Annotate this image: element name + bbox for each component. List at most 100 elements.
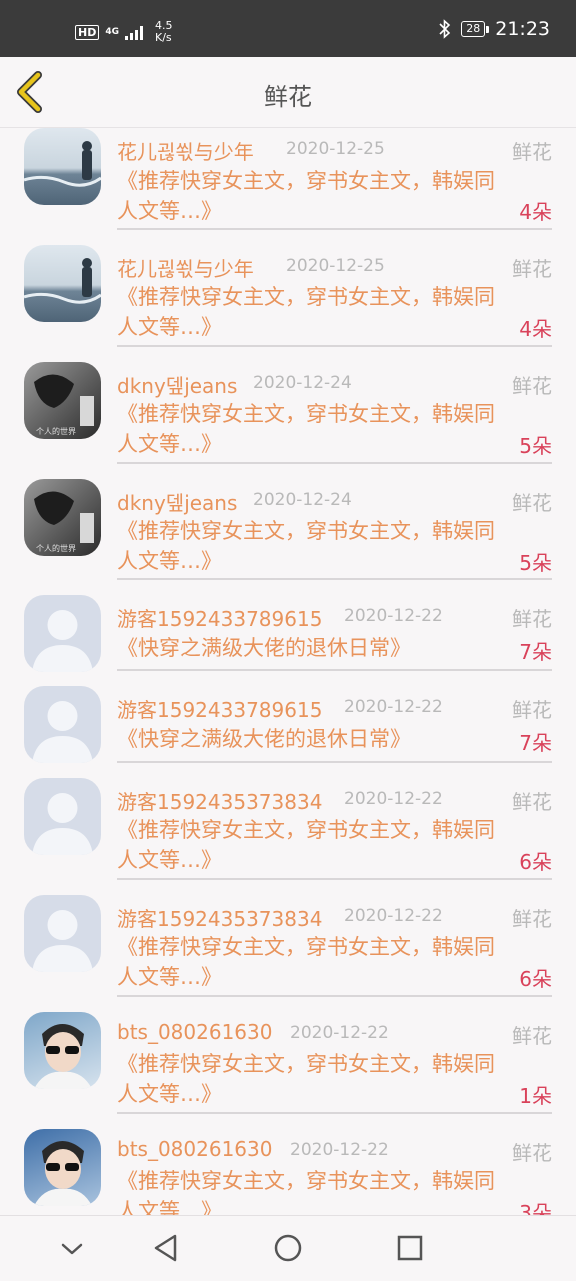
gift-type: 鲜花 [512, 140, 552, 164]
book-title[interactable]: 《推荐快穿女主文，穿书女主文，韩娱同人文等…》 [117, 166, 502, 226]
book-title[interactable]: 《推荐快穿女主文，穿书女主文，韩娱同人文等…》 [117, 282, 502, 342]
book-title[interactable]: 《推荐快穿女主文，穿书女主文，韩娱同人文等…》 [117, 932, 502, 992]
list-item[interactable]: 个人的世界 dkny뎊jeans 2020-12-24 鲜花 《推荐快穿女主文，… [0, 347, 576, 464]
gift-type: 鲜花 [512, 607, 552, 631]
avatar [24, 1129, 101, 1206]
status-right: 28 21:23 [439, 18, 550, 40]
username[interactable]: dkny뎊jeans [117, 487, 237, 516]
book-title[interactable]: 《推荐快穿女主文，穿书女主文，韩娱同人文等…》 [117, 1166, 502, 1215]
list-item[interactable]: 游客1592435373834 2020-12-22 鲜花 《推荐快穿女主文，穿… [0, 880, 576, 997]
battery-icon: 28 [461, 21, 490, 37]
record-content: 花儿괺쐯与少年 2020-12-25 鲜花 《推荐快穿女主文，穿书女主文，韩娱同… [117, 128, 552, 230]
speed-unit: K/s [155, 31, 172, 44]
record-content: 游客1592435373834 2020-12-22 鲜花 《推荐快穿女主文，穿… [117, 880, 552, 997]
gift-type: 鲜花 [512, 790, 552, 814]
flower-count: 4朵 [519, 200, 552, 224]
flower-record-list[interactable]: 花儿괺쐯与少年 2020-12-25 鲜花 《推荐快穿女主文，穿书女主文，韩娱同… [0, 128, 576, 1215]
avatar [24, 245, 101, 322]
gift-type: 鲜花 [512, 257, 552, 281]
avatar-watermark: 个人的世界 [36, 543, 76, 553]
avatar [24, 128, 101, 205]
network-speed: 4.5 K/s [155, 20, 173, 44]
record-content: 花儿괺쐯与少年 2020-12-25 鲜花 《推荐快穿女主文，穿书女主文，韩娱同… [117, 230, 552, 347]
record-date: 2020-12-25 [286, 139, 385, 159]
username[interactable]: bts_080261630 [117, 1020, 272, 1044]
record-content: bts_080261630 2020-12-22 鲜花 《推荐快穿女主文，穿书女… [117, 1114, 552, 1215]
gift-type: 鲜花 [512, 698, 552, 722]
flower-count: 7朵 [519, 640, 552, 664]
username[interactable]: 游客1592435373834 [117, 786, 322, 815]
flower-count: 6朵 [519, 967, 552, 991]
flower-count: 7朵 [519, 731, 552, 755]
list-item[interactable]: bts_080261630 2020-12-22 鲜花 《推荐快穿女主文，穿书女… [0, 997, 576, 1114]
record-content: 游客1592433789615 2020-12-22 鲜花 《快穿之满级大佬的退… [117, 671, 552, 763]
book-title[interactable]: 《推荐快穿女主文，穿书女主文，韩娱同人文等…》 [117, 516, 502, 576]
avatar [24, 895, 101, 972]
avatar [24, 686, 101, 763]
avatar [24, 1012, 101, 1089]
flower-count: 4朵 [519, 317, 552, 341]
record-date: 2020-12-22 [344, 789, 443, 809]
list-item[interactable]: 游客1592433789615 2020-12-22 鲜花 《快穿之满级大佬的退… [0, 671, 576, 763]
list-item[interactable]: 游客1592433789615 2020-12-22 鲜花 《快穿之满级大佬的退… [0, 580, 576, 672]
status-left: HD 4G 4.5 K/s [75, 20, 173, 44]
system-nav-bar [0, 1215, 576, 1281]
book-title[interactable]: 《快穿之满级大佬的退休日常》 [117, 633, 447, 663]
avatar [24, 778, 101, 855]
username[interactable]: dkny뎊jeans [117, 370, 237, 399]
gift-type: 鲜花 [512, 907, 552, 931]
record-content: dkny뎊jeans 2020-12-24 鲜花 《推荐快穿女主文，穿书女主文，… [117, 347, 552, 464]
record-date: 2020-12-25 [286, 256, 385, 276]
list-item[interactable]: 游客1592435373834 2020-12-22 鲜花 《推荐快穿女主文，穿… [0, 763, 576, 880]
flower-count: 3朵 [519, 1201, 552, 1215]
record-date: 2020-12-22 [344, 906, 443, 926]
username[interactable]: bts_080261630 [117, 1137, 272, 1161]
list-item[interactable]: 个人的世界 dkny뎊jeans 2020-12-24 鲜花 《推荐快穿女主文，… [0, 464, 576, 580]
list-item[interactable]: 花儿괺쐯与少年 2020-12-25 鲜花 《推荐快穿女主文，穿书女主文，韩娱同… [0, 230, 576, 347]
book-title[interactable]: 《推荐快穿女主文，穿书女主文，韩娱同人文等…》 [117, 815, 502, 875]
username[interactable]: 花儿괺쐯与少年 [117, 253, 254, 282]
hd-badge: HD [75, 24, 100, 40]
home-circle-icon[interactable] [268, 1230, 308, 1266]
username[interactable]: 游客1592433789615 [117, 603, 322, 632]
flower-count: 5朵 [519, 551, 552, 575]
list-item[interactable]: bts_080261630 2020-12-22 鲜花 《推荐快穿女主文，穿书女… [0, 1114, 576, 1215]
flower-count: 5朵 [519, 434, 552, 458]
avatar [24, 595, 101, 672]
username[interactable]: 游客1592435373834 [117, 903, 322, 932]
username[interactable]: 游客1592433789615 [117, 694, 322, 723]
gift-type: 鲜花 [512, 374, 552, 398]
chevron-down-icon[interactable] [52, 1230, 92, 1266]
record-content: 游客1592435373834 2020-12-22 鲜花 《推荐快穿女主文，穿… [117, 763, 552, 880]
record-date: 2020-12-22 [344, 606, 443, 626]
record-date: 2020-12-24 [253, 373, 352, 393]
record-content: bts_080261630 2020-12-22 鲜花 《推荐快穿女主文，穿书女… [117, 997, 552, 1114]
avatar: 个人的世界 [24, 362, 101, 439]
flower-count: 1朵 [519, 1084, 552, 1108]
recent-apps-square-icon[interactable] [390, 1230, 430, 1266]
flower-count: 6朵 [519, 850, 552, 874]
status-bar: HD 4G 4.5 K/s 28 21:23 [0, 0, 576, 57]
avatar-watermark: 个人的世界 [36, 426, 76, 436]
app-header: 鲜花 [0, 57, 576, 128]
bluetooth-icon [439, 19, 451, 39]
signal-icon [125, 24, 143, 40]
record-date: 2020-12-22 [290, 1023, 389, 1043]
page-title: 鲜花 [264, 83, 312, 111]
book-title[interactable]: 《推荐快穿女主文，穿书女主文，韩娱同人文等…》 [117, 399, 502, 459]
record-date: 2020-12-22 [290, 1140, 389, 1160]
clock: 21:23 [495, 18, 550, 40]
record-content: 游客1592433789615 2020-12-22 鲜花 《快穿之满级大佬的退… [117, 580, 552, 671]
network-type: 4G [105, 27, 119, 37]
record-content: dkny뎊jeans 2020-12-24 鲜花 《推荐快穿女主文，穿书女主文，… [117, 464, 552, 580]
back-triangle-icon[interactable] [146, 1230, 186, 1266]
gift-type: 鲜花 [512, 491, 552, 515]
record-date: 2020-12-22 [344, 697, 443, 717]
record-date: 2020-12-24 [253, 490, 352, 510]
gift-type: 鲜花 [512, 1141, 552, 1165]
book-title[interactable]: 《推荐快穿女主文，穿书女主文，韩娱同人文等…》 [117, 1049, 502, 1109]
username[interactable]: 花儿괺쐯与少年 [117, 136, 254, 165]
book-title[interactable]: 《快穿之满级大佬的退休日常》 [117, 724, 447, 754]
list-item[interactable]: 花儿괺쐯与少年 2020-12-25 鲜花 《推荐快穿女主文，穿书女主文，韩娱同… [0, 128, 576, 230]
avatar: 个人的世界 [24, 479, 101, 556]
